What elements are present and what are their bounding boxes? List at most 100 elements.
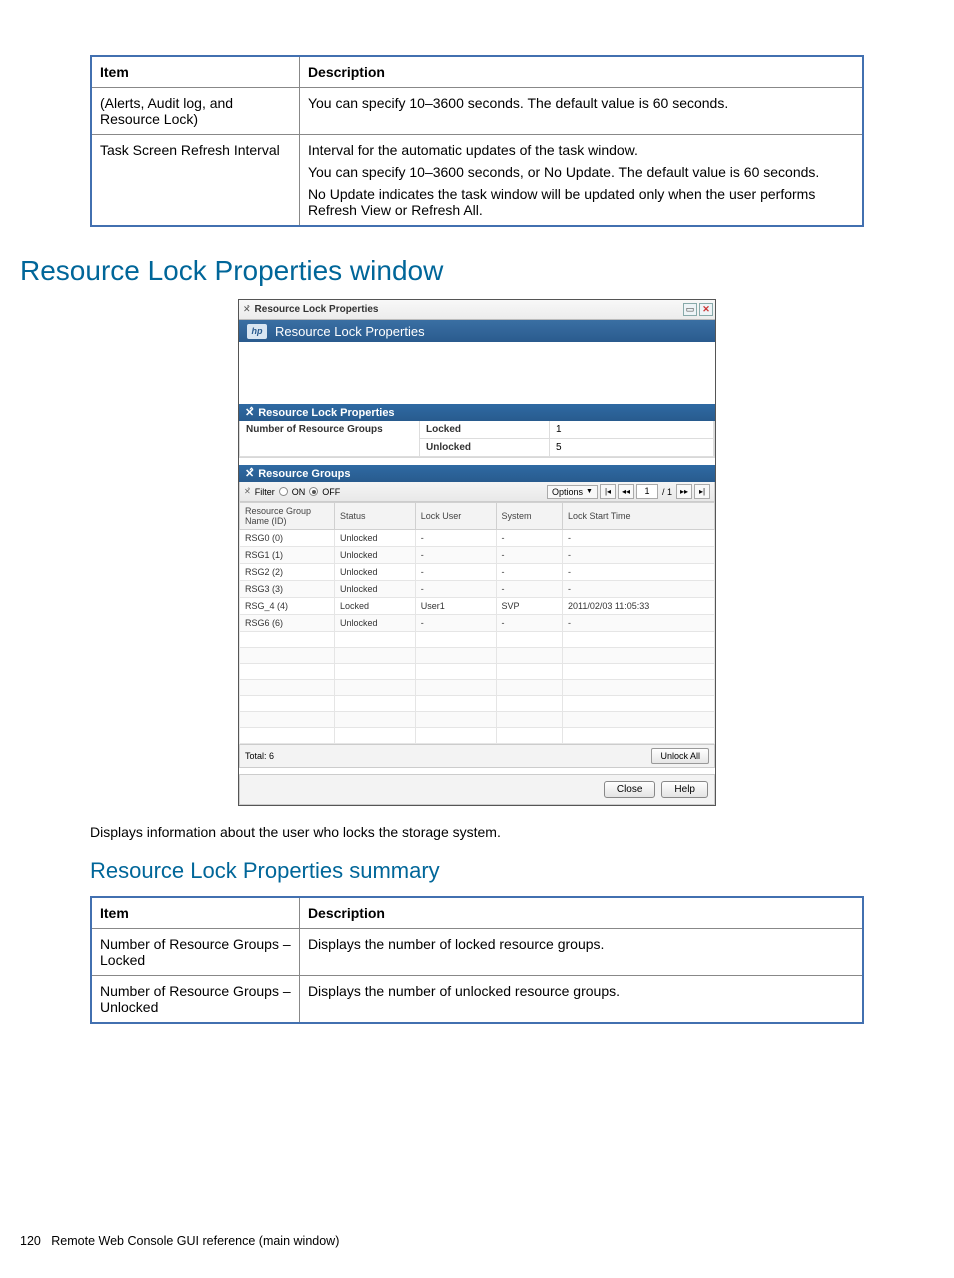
groups-panel-header[interactable]: ✕̂ Resource Groups xyxy=(239,464,715,482)
grid-cell: RSG3 (3) xyxy=(240,581,335,598)
grid-cell xyxy=(335,648,416,664)
grid-cell: - xyxy=(415,547,496,564)
col-lockuser[interactable]: Lock User xyxy=(415,503,496,530)
subsection-heading: Resource Lock Properties summary xyxy=(90,858,864,884)
grid-cell: Locked xyxy=(335,598,416,615)
grid-cell xyxy=(415,648,496,664)
options-dropdown[interactable]: Options ▼ xyxy=(547,485,598,499)
grid-cell: Unlocked xyxy=(335,547,416,564)
grid-cell xyxy=(563,632,715,648)
spacer xyxy=(239,342,715,404)
grid-cell xyxy=(335,728,416,744)
th-desc: Description xyxy=(299,56,863,88)
th-item: Item xyxy=(91,897,299,929)
table-row[interactable] xyxy=(240,696,715,712)
grid-cell: RSG6 (6) xyxy=(240,615,335,632)
chevron-up-icon: ✕̂ xyxy=(245,467,254,480)
grid-cell: User1 xyxy=(415,598,496,615)
total-label: Total: 6 xyxy=(245,751,274,761)
groups-total-bar: Total: 6 Unlock All xyxy=(239,744,715,768)
cell-desc: You can specify 10–3600 seconds. The def… xyxy=(299,88,863,135)
resource-lock-window: ✕̂ Resource Lock Properties ▭ ✕ hp Resou… xyxy=(238,299,716,806)
grid-cell xyxy=(496,696,563,712)
table-row[interactable]: RSG6 (6)Unlocked--- xyxy=(240,615,715,632)
locked-value: 1 xyxy=(550,421,714,439)
grid-cell: RSG1 (1) xyxy=(240,547,335,564)
col-status[interactable]: Status xyxy=(335,503,416,530)
groups-toolbar: ✕̂ Filter ON OFF Options ▼ |◂ ◂◂ xyxy=(239,482,715,502)
grid-cell xyxy=(335,712,416,728)
grid-cell: - xyxy=(496,564,563,581)
table-row[interactable]: RSG0 (0)Unlocked--- xyxy=(240,530,715,547)
col-name[interactable]: Resource Group Name (ID) xyxy=(240,503,335,530)
table-row[interactable] xyxy=(240,632,715,648)
page-prev-button[interactable]: ◂◂ xyxy=(618,484,634,499)
grid-cell xyxy=(240,664,335,680)
grid-cell: Unlocked xyxy=(335,564,416,581)
grid-cell xyxy=(415,664,496,680)
grid-cell xyxy=(335,632,416,648)
table-row[interactable]: RSG_4 (4)LockedUser1SVP2011/02/03 11:05:… xyxy=(240,598,715,615)
table-row[interactable] xyxy=(240,648,715,664)
description-table-2: Item Description Number of Resource Grou… xyxy=(90,896,864,1024)
cell-item: Task Screen Refresh Interval xyxy=(91,135,299,227)
grid-cell xyxy=(240,632,335,648)
grid-cell xyxy=(335,680,416,696)
table-row[interactable] xyxy=(240,664,715,680)
close-button[interactable]: ✕ xyxy=(699,303,713,316)
section-heading: Resource Lock Properties window xyxy=(20,255,864,287)
cell-desc: Interval for the automatic updates of th… xyxy=(299,135,863,227)
cell-desc: Displays the number of locked resource g… xyxy=(299,929,863,976)
grid-cell: - xyxy=(415,581,496,598)
col-system[interactable]: System xyxy=(496,503,563,530)
table-row[interactable] xyxy=(240,728,715,744)
grid-cell xyxy=(415,632,496,648)
grid-cell xyxy=(496,664,563,680)
filter-label: Filter xyxy=(255,487,275,497)
unlocked-label: Unlocked xyxy=(420,439,550,457)
desc-line: No Update indicates the task window will… xyxy=(308,186,854,218)
grid-cell xyxy=(415,728,496,744)
grid-cell xyxy=(240,680,335,696)
grid-cell: - xyxy=(415,615,496,632)
th-item: Item xyxy=(91,56,299,88)
cell-item: Number of Resource Groups – Locked xyxy=(91,929,299,976)
section-description: Displays information about the user who … xyxy=(90,824,864,840)
grid-cell: - xyxy=(415,564,496,581)
table-row[interactable]: RSG3 (3)Unlocked--- xyxy=(240,581,715,598)
grid-cell: - xyxy=(496,547,563,564)
grid-cell xyxy=(240,648,335,664)
table-row: Number of Resource Groups – Unlocked Dis… xyxy=(91,976,863,1024)
close-button-footer[interactable]: Close xyxy=(604,781,656,798)
unlocked-value: 5 xyxy=(550,439,714,457)
window-title: Resource Lock Properties xyxy=(255,304,379,315)
grid-cell: RSG2 (2) xyxy=(240,564,335,581)
banner-title: Resource Lock Properties xyxy=(275,324,425,339)
collapse-icon[interactable]: ✕̂ xyxy=(243,304,251,315)
help-button[interactable]: Help xyxy=(661,781,708,798)
filter-on-radio[interactable] xyxy=(279,487,288,496)
desc-line: You can specify 10–3600 seconds, or No U… xyxy=(308,164,854,180)
table-row[interactable] xyxy=(240,712,715,728)
table-row[interactable]: RSG1 (1)Unlocked--- xyxy=(240,547,715,564)
page-next-button[interactable]: ▸▸ xyxy=(676,484,692,499)
page-last-button[interactable]: ▸| xyxy=(694,484,710,499)
page-total: / 1 xyxy=(660,487,674,497)
page-current-input[interactable]: 1 xyxy=(636,484,658,499)
cell-item: Number of Resource Groups – Unlocked xyxy=(91,976,299,1024)
locked-label: Locked xyxy=(420,421,550,439)
summary-panel-header[interactable]: ✕̂ Resource Lock Properties xyxy=(239,404,715,421)
filter-off-radio[interactable] xyxy=(309,487,318,496)
col-lockstart[interactable]: Lock Start Time xyxy=(563,503,715,530)
grid-cell xyxy=(415,696,496,712)
off-label: OFF xyxy=(322,487,340,497)
page-first-button[interactable]: |◂ xyxy=(600,484,616,499)
table-row[interactable]: RSG2 (2)Unlocked--- xyxy=(240,564,715,581)
grid-cell xyxy=(496,680,563,696)
grid-cell xyxy=(496,632,563,648)
unlock-all-button[interactable]: Unlock All xyxy=(651,748,709,764)
table-row[interactable] xyxy=(240,680,715,696)
grid-cell: - xyxy=(563,547,715,564)
page-number: 120 xyxy=(20,1234,41,1248)
restore-button[interactable]: ▭ xyxy=(683,303,697,316)
